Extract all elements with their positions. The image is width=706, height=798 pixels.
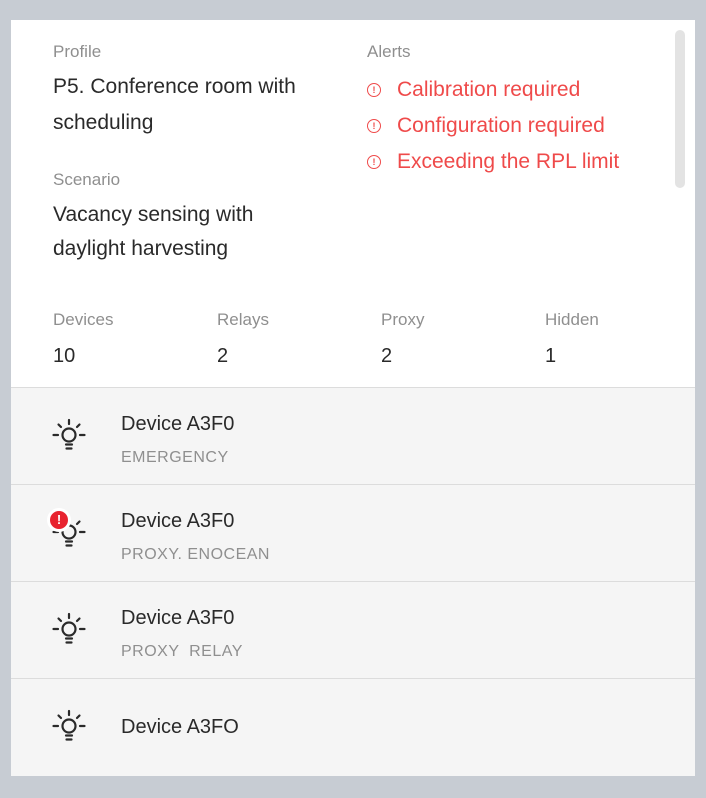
scenario-label: Scenario (53, 170, 121, 189)
lightbulb-icon (52, 612, 86, 644)
stat-label: Hidden (545, 310, 599, 329)
stat-proxy: Proxy 2 (381, 310, 424, 369)
device-row[interactable]: ! Device A3F0 PROXY. ENOCEAN (11, 485, 695, 582)
alert-text: Calibration required (397, 78, 581, 101)
profile-value-line1: P5. Conference room with (53, 75, 296, 98)
alert-text: Configuration required (397, 114, 605, 137)
stat-relays: Relays 2 (217, 310, 269, 369)
device-row[interactable]: Device A3F0 PROXY RELAY (11, 582, 695, 679)
stat-hidden: Hidden 1 (545, 310, 599, 369)
device-name: Device A3F0 (121, 510, 235, 532)
device-type: PROXY. ENOCEAN (121, 546, 270, 563)
device-name: Device A3F0 (121, 413, 235, 435)
alerts-list: ! Calibration required ! Configuration r… (367, 72, 619, 180)
error-outline-icon: ! (367, 83, 381, 97)
alert-item[interactable]: ! Exceeding the RPL limit (367, 144, 619, 180)
device-name: Device A3FO (121, 716, 239, 738)
alert-item[interactable]: ! Configuration required (367, 108, 619, 144)
scenario-value-line1: Vacancy sensing with (53, 203, 254, 226)
lightbulb-icon (52, 709, 86, 741)
stat-label: Relays (217, 310, 269, 329)
scenario-value-line2: daylight harvesting (53, 237, 229, 260)
error-badge-icon: ! (47, 508, 71, 532)
error-outline-icon: ! (367, 119, 381, 133)
alerts-label: Alerts (367, 42, 411, 61)
alert-item[interactable]: ! Calibration required (367, 72, 619, 108)
device-name: Device A3F0 (121, 607, 235, 629)
stat-value: 2 (217, 345, 229, 367)
device-row[interactable]: Device A3F0 EMERGENCY (11, 388, 695, 485)
stat-devices: Devices 10 (53, 310, 113, 369)
stat-label: Devices (53, 310, 114, 329)
error-outline-icon: ! (367, 155, 381, 169)
stat-label: Proxy (381, 310, 425, 329)
stat-value: 10 (53, 345, 76, 367)
device-type: EMERGENCY (121, 449, 229, 466)
alert-text: Exceeding the RPL limit (397, 150, 620, 173)
stat-value: 2 (381, 345, 393, 367)
scrollbar-thumb[interactable] (675, 30, 685, 188)
lightbulb-icon (52, 418, 86, 450)
device-list: Device A3F0 EMERGENCY ! Device A3F0 PROX… (11, 387, 695, 776)
device-row[interactable]: Device A3FO (11, 679, 695, 776)
profile-label: Profile (53, 42, 102, 61)
stat-value: 1 (545, 345, 557, 367)
profile-value-line2: scheduling (53, 111, 154, 134)
device-type: PROXY RELAY (121, 643, 243, 660)
device-group-panel: Profile P5. Conference room with schedul… (11, 20, 695, 776)
